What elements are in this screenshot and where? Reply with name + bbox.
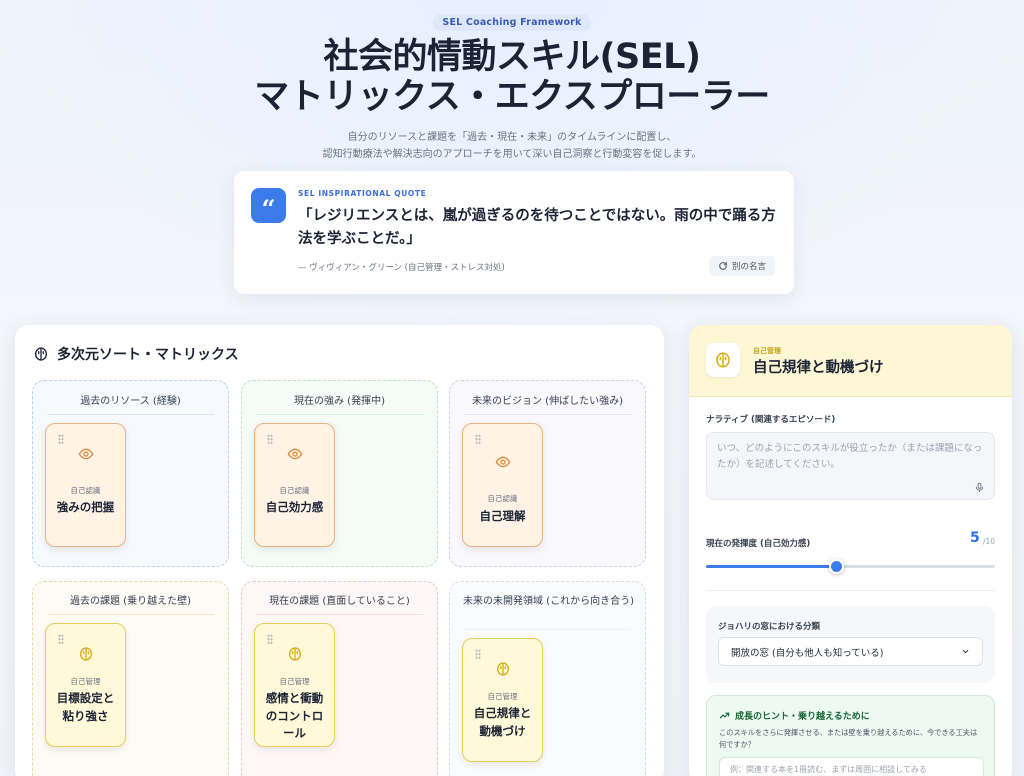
zone-divider (464, 414, 631, 415)
skill-card[interactable]: 自己管理 感情と衝動のコントロール (254, 623, 335, 747)
zone-title: 過去のリソース (経験) (80, 396, 181, 407)
section-divider (706, 590, 995, 591)
page-subtitle: 自分のリソースと課題を「過去・現在・未来」のタイムラインに配置し、 認知行動療法… (0, 129, 1024, 163)
progress-value: 5 (970, 530, 980, 546)
zone-divider (464, 629, 631, 630)
skill-card[interactable]: 自己管理 自己規律と動機づけ (462, 638, 543, 762)
card-category: 自己認識 (487, 494, 518, 503)
johari-select[interactable]: 開放の窓 (自分も他人も知っている) (718, 637, 983, 666)
card-name: 自己理解 (479, 509, 526, 523)
hint-title-text: 成長のヒント・乗り越えるために (735, 712, 870, 722)
drag-handle[interactable] (58, 634, 64, 644)
brain-icon (35, 347, 47, 361)
card-name: 自己規律と動機づけ (473, 706, 532, 738)
efficacy-slider[interactable] (706, 559, 995, 574)
next-quote-button[interactable]: 別の名言 (709, 256, 775, 276)
card-category: 自己認識 (70, 486, 101, 495)
growth-hint-section: 成長のヒント・乗り越えるために このスキルをさらに発揮させる、または壁を乗り越え… (706, 695, 995, 776)
card-name: 目標設定と粘り強さ (56, 691, 115, 723)
trending-up-icon (719, 712, 730, 719)
zone-current-strengths[interactable]: 現在の強み (発揮中) 自己認識 自己効力感 (241, 380, 438, 567)
framework-badge: SEL Coaching Framework (433, 14, 591, 31)
drag-handle[interactable] (267, 634, 273, 644)
quote-card: “ SEL INSPIRATIONAL QUOTE 「レジリエンスとは、嵐が過ぎ… (234, 171, 794, 294)
narrative-textarea[interactable]: いつ、どのようにこのスキルが役立ったか（または課題になったか）を記述してください… (706, 432, 995, 500)
detail-category: 自己管理 (753, 347, 781, 355)
page-header: SEL Coaching Framework 社会的情動スキル(SEL) マトリ… (0, 10, 1024, 163)
refresh-icon (719, 262, 727, 270)
progress-max: /10 (983, 537, 996, 546)
skill-card[interactable]: 自己管理 目標設定と粘り強さ (45, 623, 126, 747)
johari-label: ジョハリの窓における分類 (718, 622, 821, 632)
card-name: 強みの把握 (56, 500, 115, 514)
card-category: 自己管理 (70, 677, 101, 686)
subtitle-line-2: 認知行動療法や解決志向のアプローチを用いて深い自己洞察と行動変容を促します。 (322, 149, 702, 160)
brain-icon (716, 352, 730, 368)
skill-detail-panel: 自己管理 自己規律と動機づけ ナラティブ (関連するエピソード) いつ、どのよう… (689, 325, 1012, 776)
johari-section: ジョハリの窓における分類 開放の窓 (自分も他人も知っている) (706, 606, 995, 683)
zone-divider (256, 614, 423, 615)
detail-skill-name: 自己規律と動機づけ (753, 360, 884, 376)
skill-card[interactable]: 自己認識 自己理解 (462, 423, 543, 547)
drag-handle[interactable] (475, 434, 481, 444)
card-category: 自己管理 (279, 677, 310, 686)
page-title-line-2: マトリックス・エクスプローラー (254, 77, 770, 117)
skill-card[interactable]: 自己認識 自己効力感 (254, 423, 335, 547)
quote-label: SEL INSPIRATIONAL QUOTE (298, 189, 427, 198)
matrix-panel: 多次元ソート・マトリックス 過去のリソース (経験) 自己認識 強みの把握 現在… (15, 325, 664, 776)
card-category: 自己管理 (487, 692, 518, 701)
zone-past-resources[interactable]: 過去のリソース (経験) 自己認識 強みの把握 (32, 380, 229, 567)
zone-divider (256, 414, 423, 415)
eye-icon (287, 448, 302, 460)
hint-input[interactable]: 例：関連する本を1冊読む、まずは周囲に相談してみる (719, 757, 984, 776)
page-title-line-1: 社会的情動スキル(SEL) (323, 37, 701, 77)
microphone-icon[interactable] (974, 482, 985, 493)
zone-divider (47, 614, 214, 615)
chevron-down-icon (962, 649, 969, 654)
slider-thumb[interactable] (828, 559, 844, 574)
zone-title: 未来のビジョン (伸ばしたい強み) (472, 396, 623, 407)
zone-current-challenges[interactable]: 現在の課題 (直面していること) 自己管理 感情と衝動のコントロール (241, 581, 438, 776)
quote-text: 「レジリエンスとは、嵐が過ぎるのを待つことではない。雨の中で踊る方法を学ぶことだ… (298, 208, 776, 247)
hint-description: このスキルをさらに発揮させる、または壁を乗り越えるために、今できる工夫は何ですか… (719, 728, 978, 749)
detail-header: 自己管理 自己規律と動機づけ (689, 325, 1012, 397)
slider-fill (706, 565, 837, 568)
eye-icon (78, 448, 93, 460)
skill-card[interactable]: 自己認識 強みの把握 (45, 423, 126, 547)
matrix-title: 多次元ソート・マトリックス (33, 344, 239, 364)
quote-author: — ヴィヴィアン・グリーン (自己管理・ストレス対処) (298, 263, 505, 273)
drag-handle[interactable] (58, 434, 64, 444)
quote-icon: “ (251, 188, 286, 223)
zone-title: 現在の課題 (直面していること) (269, 596, 410, 607)
hint-title: 成長のヒント・乗り越えるために (719, 709, 870, 722)
brain-icon (288, 647, 301, 661)
zone-past-challenges[interactable]: 過去の課題 (乗り越えた壁) 自己管理 目標設定と粘り強さ (32, 581, 229, 776)
zone-future-undeveloped[interactable]: 未来の未開発領域 (これから向き合う) 自己管理 自己規律と動機づけ (449, 581, 646, 776)
card-name: 自己効力感 (265, 500, 324, 514)
brain-icon (496, 662, 509, 676)
card-category: 自己認識 (279, 486, 310, 495)
zone-title: 現在の強み (発揮中) (294, 396, 385, 407)
zone-divider (47, 414, 214, 415)
card-name: 感情と衝動のコントロール (265, 691, 324, 740)
johari-selected-value: 開放の窓 (自分も他人も知っている) (731, 647, 884, 659)
drag-handle[interactable] (475, 649, 481, 659)
next-quote-label: 別の名言 (731, 262, 766, 272)
zone-title: 過去の課題 (乗り越えた壁) (70, 596, 191, 607)
eye-icon (495, 456, 510, 468)
narrative-label: ナラティブ (関連するエピソード) (706, 415, 836, 425)
narrative-placeholder: いつ、どのようにこのスキルが役立ったか（または課題になったか）を記述してください… (717, 443, 983, 470)
matrix-title-text: 多次元ソート・マトリックス (57, 347, 239, 363)
drag-handle[interactable] (267, 434, 273, 444)
brain-icon (79, 647, 92, 661)
detail-icon-box (706, 343, 740, 377)
subtitle-line-1: 自分のリソースと課題を「過去・現在・未来」のタイムラインに配置し、 (347, 132, 677, 143)
zone-future-vision[interactable]: 未来のビジョン (伸ばしたい強み) 自己認識 自己理解 (449, 380, 646, 567)
zone-title: 未来の未開発領域 (これから向き合う) (463, 596, 634, 607)
progress-label: 現在の発揮度 (自己効力感) (706, 539, 811, 549)
